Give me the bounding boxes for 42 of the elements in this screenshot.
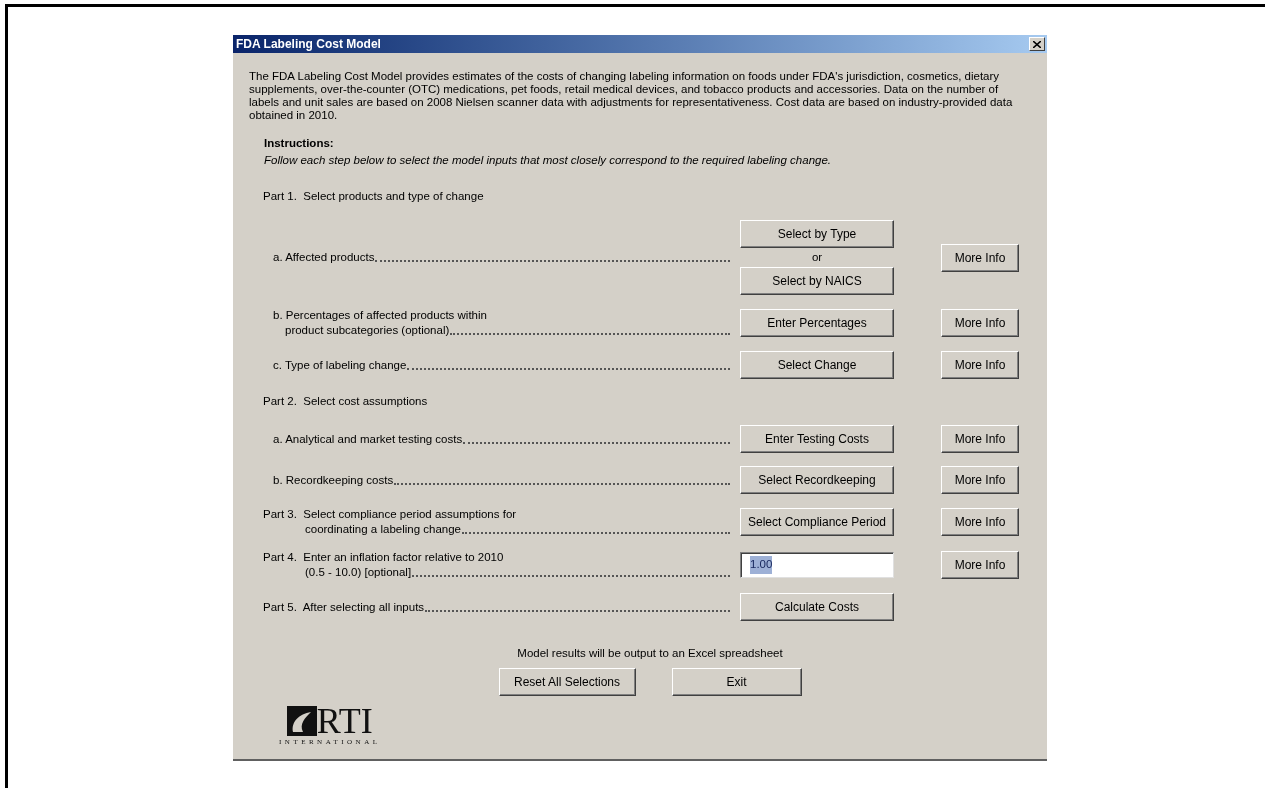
dialog-button[interactable]: Exit bbox=[671, 668, 802, 697]
step-label: b. Recordkeeping costs bbox=[273, 472, 394, 488]
dialog-button[interactable]: More Info bbox=[941, 351, 1019, 379]
step-label: a. Affected products bbox=[273, 250, 375, 265]
dialog-button[interactable]: Select by Type bbox=[740, 220, 894, 248]
step-label: Part 5. After selecting all inputs bbox=[263, 599, 425, 615]
logo-mark-icon bbox=[286, 706, 317, 736]
window-title: FDA Labeling Cost Model bbox=[236, 36, 381, 53]
output-note: Model results will be output to an Excel spreadsheet bbox=[517, 646, 783, 661]
dialog-button[interactable]: Select by NAICS bbox=[740, 267, 894, 295]
dialog-button[interactable]: More Info bbox=[941, 309, 1019, 337]
dialog-button[interactable]: More Info bbox=[941, 466, 1019, 494]
step-label: c. Type of labeling change bbox=[273, 357, 407, 373]
description-text: The FDA Labeling Cost Model provides estimates of the costs of changing labeling information on foods under FDA's jurisdiction, cosmetics, dietary supplements, over-the-counter (OTC) medications, pet foods, retail medical devices, and tobacco products and accessories. Data on the number of labels and unit sales are based on 2008 Nielsen scanner data with adjustments for representativeness. Cost data are based on industry-provided data obtained in 2010. bbox=[248, 70, 1014, 122]
close-icon bbox=[1033, 40, 1041, 48]
dialog-button[interactable]: Enter Testing Costs bbox=[740, 425, 894, 453]
step-label: b. Percentages of affected products within bbox=[273, 308, 488, 323]
dialog-button[interactable]: Reset All Selections bbox=[498, 668, 636, 697]
close-button[interactable] bbox=[1029, 37, 1045, 51]
dialog-button[interactable]: More Info bbox=[941, 243, 1019, 272]
dialog-button[interactable]: More Info bbox=[941, 425, 1019, 453]
instructions-text: Follow each step below to select the model inputs that most closely correspond to the required labeling change. bbox=[264, 153, 833, 168]
input-value: 1.00 bbox=[750, 556, 773, 574]
step-label: Part 4. Enter an inflation factor relative to 2010 bbox=[263, 550, 505, 565]
inflation-input-field[interactable]: 1.00 bbox=[740, 552, 894, 578]
logo-text: RTI bbox=[316, 705, 373, 737]
dialog-button[interactable]: Select Recordkeeping bbox=[740, 466, 894, 494]
dialog-button[interactable]: Enter Percentages bbox=[740, 309, 894, 337]
or-label: or bbox=[811, 250, 823, 265]
dialog-button[interactable]: Select Change bbox=[740, 351, 894, 379]
section-heading: Part 1. Select products and type of change bbox=[263, 189, 484, 205]
step-label: coordinating a labeling change bbox=[305, 522, 461, 537]
instructions-title: Instructions: bbox=[264, 136, 335, 151]
dialog-button[interactable]: Select Compliance Period bbox=[740, 508, 894, 536]
step-label: product subcategories (optional) bbox=[285, 323, 450, 338]
step-label: a. Analytical and market testing costs bbox=[273, 431, 463, 447]
step-label: (0.5 - 10.0) [optional] bbox=[305, 565, 412, 580]
step-label: Part 3. Select compliance period assumptions for bbox=[263, 507, 518, 522]
section-heading: Part 2. Select cost assumptions bbox=[263, 394, 428, 410]
dialog-button[interactable]: More Info bbox=[941, 508, 1019, 536]
dialog-button[interactable]: Calculate Costs bbox=[740, 593, 894, 621]
dialog-button[interactable]: More Info bbox=[941, 551, 1019, 579]
